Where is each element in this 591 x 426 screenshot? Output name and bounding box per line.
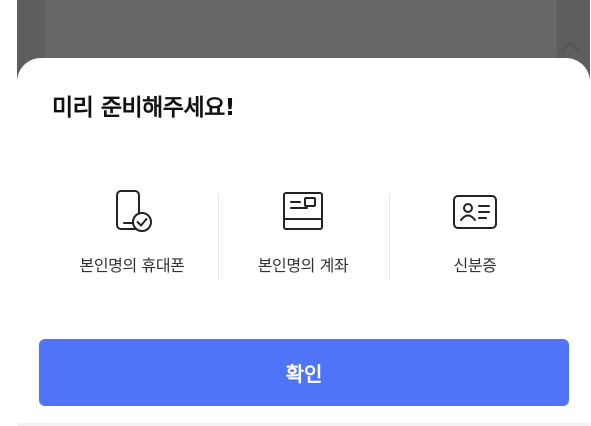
- required-item-account: 본인명의 계좌: [218, 188, 388, 278]
- required-item-label: 본인명의 계좌: [257, 256, 349, 275]
- sheet-title: 미리 준비해주세요!: [52, 95, 235, 121]
- phone-check-icon: [47, 188, 217, 238]
- id-card-icon: [390, 188, 560, 238]
- required-item-id: 신분증: [390, 188, 560, 278]
- required-item-label: 본인명의 휴대폰: [79, 256, 185, 275]
- confirm-button[interactable]: 확인: [39, 339, 569, 406]
- required-item-phone: 본인명의 휴대폰: [47, 188, 217, 278]
- bank-card-icon: [218, 188, 388, 238]
- required-item-label: 신분증: [453, 256, 497, 275]
- bottom-sheet: 미리 준비해주세요! 본인명의 휴대폰 본인명의 계좌 신분증 확인: [17, 58, 590, 426]
